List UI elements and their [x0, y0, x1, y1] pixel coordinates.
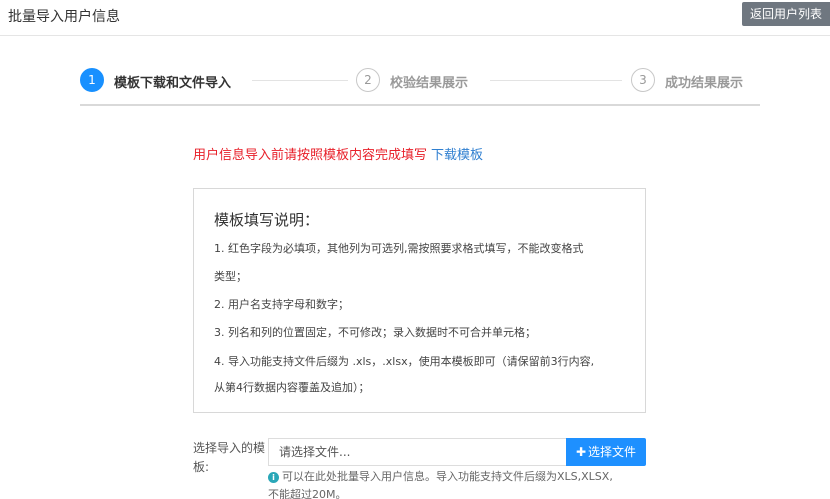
step-connector [252, 80, 348, 81]
step-progress: 1 模板下载和文件导入 2 校验结果展示 3 成功结果展示 [80, 66, 760, 106]
step-2-label: 校验结果展示 [390, 76, 469, 91]
step-connector [490, 80, 622, 81]
instruction-line: 2. 用户名支持字母和数字； [214, 298, 349, 311]
header-bar: 批量导入用户信息 返回用户列表 [0, 0, 830, 36]
download-template-link[interactable]: 下载模板 [431, 148, 483, 163]
template-instructions-box: 模板填写说明： 1. 红色字段为必填项，其他列为可选列,需按照要求格式填写，不能… [193, 188, 646, 413]
choose-file-label: 选择文件 [588, 445, 637, 459]
step-1-number: 1 [80, 68, 104, 92]
file-path-input[interactable]: 请选择文件... [268, 438, 566, 466]
step-3-number: 3 [631, 68, 655, 92]
info-circle-icon: i [268, 472, 279, 483]
step-2-number: 2 [356, 68, 380, 92]
choose-file-button[interactable]: ✚ 选择文件 [566, 438, 646, 466]
instruction-line: 类型； [214, 270, 247, 283]
hint-line1: 可以在此处批量导入用户信息。导入功能支持文件后缀为XLS,XLSX, [282, 470, 613, 483]
instructions-title: 模板填写说明： [214, 211, 320, 229]
instruction-line: 4. 导入功能支持文件后缀为 .xls，.xlsx，使用本模板即可（请保留前3行… [214, 355, 595, 368]
upload-hint-line2: 不能超过20M。 [268, 488, 347, 499]
step-1-label: 模板下载和文件导入 [114, 76, 232, 91]
notice-text: 用户信息导入前请按照模板内容完成填写 [193, 148, 428, 163]
upload-label-line1: 选择导入的模 [193, 441, 266, 455]
step-3-label: 成功结果展示 [665, 76, 744, 91]
page-title: 批量导入用户信息 [8, 9, 120, 25]
plus-icon: ✚ [575, 445, 587, 459]
upload-hint: i 可以在此处批量导入用户信息。导入功能支持文件后缀为XLS,XLSX, [268, 468, 613, 484]
instruction-line: 3. 列名和列的位置固定，不可修改；录入数据时不可合并单元格； [214, 326, 536, 339]
instruction-line: 1. 红色字段为必填项，其他列为可选列,需按照要求格式填写，不能改变格式 [214, 242, 584, 255]
instruction-line: 从第4行数据内容覆盖及追加）； [214, 381, 370, 394]
import-notice: 用户信息导入前请按照模板内容完成填写 下载模板 [193, 144, 483, 163]
upload-label-line2: 板: [193, 460, 210, 474]
back-to-user-list-button[interactable]: 返回用户列表 [742, 2, 830, 26]
